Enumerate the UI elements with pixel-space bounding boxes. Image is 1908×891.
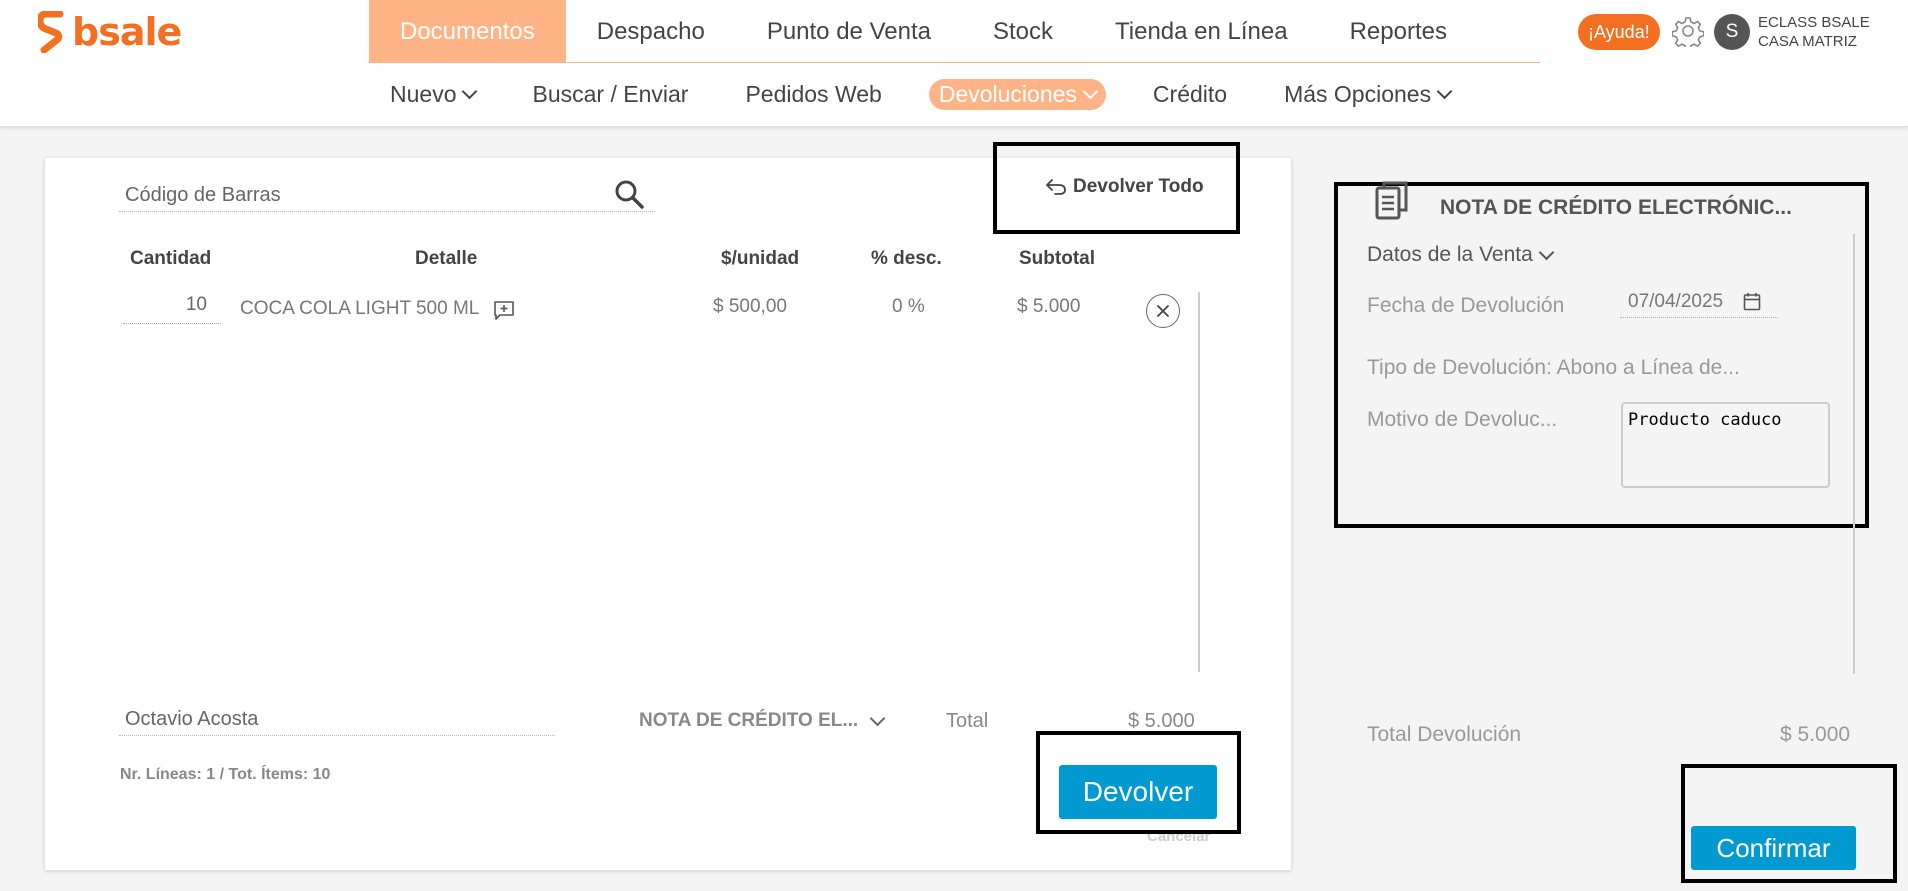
subnav-pedidos-web[interactable]: Pedidos Web [745, 81, 881, 108]
bsale-logo[interactable]: bsale [38, 10, 182, 54]
credit-note-title: NOTA DE CRÉDITO ELECTRÓNIC... [1440, 196, 1792, 219]
row-subtotal: $ 5.000 [1017, 296, 1081, 317]
nav-reportes[interactable]: Reportes [1319, 0, 1478, 63]
subnav-buscar-enviar-label: Buscar / Enviar [532, 81, 689, 107]
subnav-nuevo-label: Nuevo [390, 81, 457, 107]
sale-data-toggle[interactable]: Datos de la Venta [1367, 243, 1555, 267]
row-unit-price: $ 500,00 [713, 296, 787, 317]
chevron-down-icon [869, 710, 886, 726]
col-detail: Detalle [415, 248, 478, 269]
row-detail: COCA COLA LIGHT 500 ML [240, 298, 480, 319]
return-button[interactable]: Devolver [1059, 765, 1217, 819]
col-quantity: Cantidad [130, 248, 212, 269]
undo-icon [1046, 179, 1066, 195]
nav-documentos[interactable]: Documentos [369, 0, 566, 63]
return-all-button[interactable]: Devolver Todo [1045, 176, 1204, 198]
nav-punto-de-venta[interactable]: Punto de Venta [736, 0, 962, 63]
return-all-label: Devolver Todo [1073, 176, 1204, 197]
client-field[interactable]: Octavio Acosta [119, 704, 555, 736]
top-navigation-bar: bsale Documentos Despacho Punto de Venta… [0, 0, 1908, 64]
subnav-devoluciones-label: Devoluciones [938, 81, 1077, 107]
company-info[interactable]: ECLASS BSALE CASA MATRIZ [1758, 13, 1870, 51]
col-unit-price: $/unidad [721, 248, 800, 269]
cancel-link[interactable]: Cancelar [1147, 828, 1210, 845]
chevron-down-icon [462, 83, 478, 100]
sub-nav: Nuevo Buscar / Enviar Pedidos Web Devolu… [390, 63, 1507, 126]
col-discount: % desc. [871, 248, 942, 269]
document-icon [1375, 181, 1408, 220]
subnav-devoluciones[interactable]: Devoluciones [928, 79, 1106, 110]
confirm-button[interactable]: Confirmar [1691, 826, 1856, 870]
main-nav: Documentos Despacho Punto de Venta Stock… [369, 0, 1478, 63]
company-branch: CASA MATRIZ [1758, 33, 1857, 50]
gear-icon[interactable] [1672, 15, 1704, 47]
row-discount: 0 % [892, 296, 925, 317]
subnav-pedidos-web-label: Pedidos Web [745, 81, 882, 107]
company-name: ECLASS BSALE [1758, 14, 1870, 31]
sub-navigation-bar: Nuevo Buscar / Enviar Pedidos Web Devolu… [0, 63, 1908, 127]
sale-data-label: Datos de la Venta [1367, 243, 1533, 266]
bsale-logo-icon [38, 11, 64, 53]
return-form-card: Código de Barras Devolver Todo Cantidad … [45, 158, 1291, 870]
chevron-down-icon [1082, 83, 1099, 100]
chevron-down-icon [1538, 244, 1555, 260]
remove-row-button[interactable] [1146, 294, 1180, 328]
add-comment-icon[interactable] [493, 300, 515, 320]
subnav-credito[interactable]: Crédito [1153, 81, 1227, 108]
nav-stock[interactable]: Stock [962, 0, 1084, 63]
quantity-input[interactable]: 10 [123, 294, 221, 324]
calendar-icon[interactable] [1743, 292, 1761, 311]
subnav-mas-opciones-label: Más Opciones [1284, 81, 1432, 107]
logo-text: bsale [72, 10, 182, 54]
divider [1853, 234, 1855, 674]
close-icon [1157, 305, 1169, 317]
help-button[interactable]: ¡Ayuda! [1578, 14, 1660, 50]
subnav-mas-opciones[interactable]: Más Opciones [1284, 81, 1453, 108]
document-type-select[interactable]: NOTA DE CRÉDITO EL... [639, 710, 886, 732]
document-type-label: NOTA DE CRÉDITO EL... [639, 710, 859, 731]
subnav-buscar-enviar[interactable]: Buscar / Enviar [532, 81, 688, 108]
return-type: Tipo de Devolución: Abono a Línea de... [1367, 356, 1740, 379]
subnav-nuevo[interactable]: Nuevo [390, 81, 478, 108]
return-total-label: Total Devolución [1367, 723, 1522, 746]
subnav-credito-label: Crédito [1152, 81, 1228, 107]
return-total-value: $ 5.000 [1780, 723, 1851, 746]
reason-textarea[interactable]: Producto caduco [1621, 402, 1830, 488]
nav-despacho[interactable]: Despacho [566, 0, 736, 63]
avatar[interactable]: S [1714, 14, 1750, 50]
col-subtotal: Subtotal [1019, 248, 1095, 269]
lines-info: Nr. Líneas: 1 / Tot. Ítems: 10 [120, 766, 331, 783]
search-icon[interactable] [613, 178, 645, 210]
barcode-input[interactable]: Código de Barras [119, 180, 655, 212]
reason-label: Motivo de Devoluc... [1367, 408, 1558, 431]
nav-tienda-en-linea[interactable]: Tienda en Línea [1084, 0, 1319, 63]
return-date-label: Fecha de Devolución [1367, 294, 1565, 317]
divider [1198, 292, 1200, 672]
chevron-down-icon [1436, 83, 1453, 100]
total-label: Total [946, 710, 989, 732]
total-value: $ 5.000 [1128, 710, 1195, 732]
